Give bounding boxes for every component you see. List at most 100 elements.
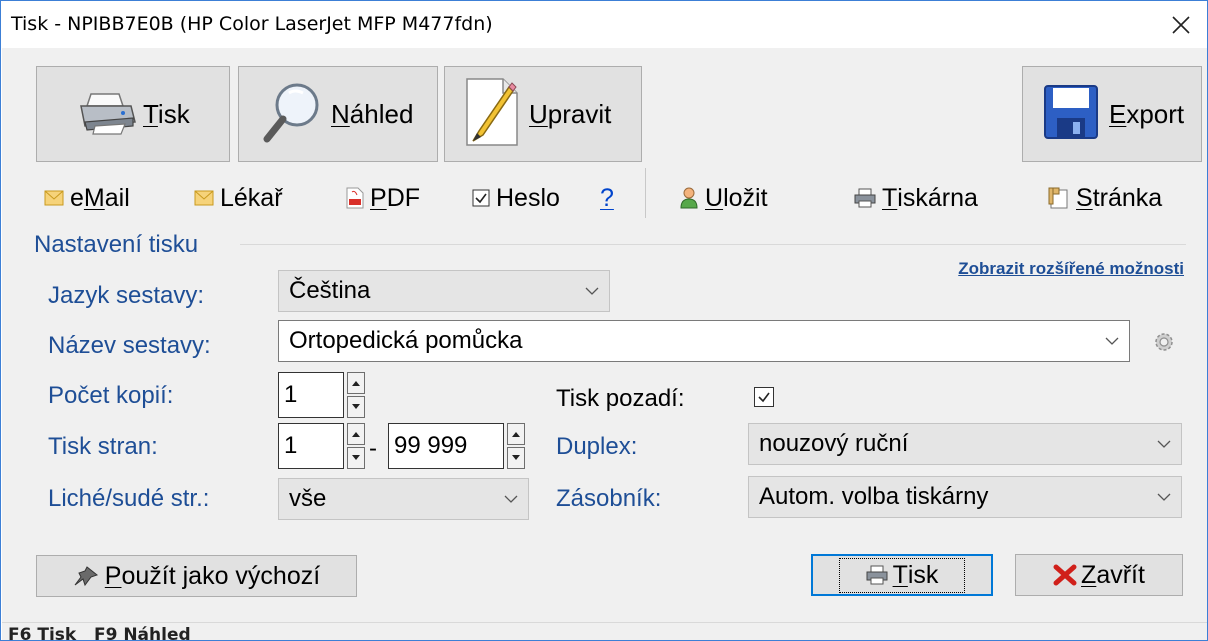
spin-up-button[interactable]	[347, 372, 365, 394]
close-button[interactable]: Zavřít	[1015, 554, 1183, 596]
spin-up-button[interactable]	[347, 423, 365, 445]
copies-label: Počet kopií:	[48, 382, 174, 409]
export-button-mnemonic: E	[1109, 98, 1127, 129]
email-label-a: e	[70, 183, 84, 212]
doctor-label: Lékař	[220, 183, 283, 212]
default-button-mnemonic: P	[104, 561, 122, 590]
printer-toolbar-item[interactable]: Tiskárna	[854, 180, 978, 216]
spin-down-button[interactable]	[507, 447, 525, 469]
tray-select[interactable]: Autom. volba tiskárny	[748, 476, 1182, 518]
print-button-label: isk	[907, 560, 939, 589]
print-button-mnemonic: T	[892, 560, 908, 589]
use-as-default-button[interactable]: Použít jako výchozí	[36, 555, 357, 597]
report-name-label: Název sestavy:	[48, 332, 211, 359]
odd-even-value: vše	[289, 485, 327, 512]
copies-input[interactable]: 1	[278, 372, 344, 418]
preview-big-button[interactable]: Náhled	[238, 66, 438, 162]
help-link[interactable]: ?	[600, 180, 614, 216]
chevron-down-icon	[1157, 486, 1171, 507]
duplex-label: Duplex:	[556, 433, 638, 460]
pdf-file-icon	[346, 187, 364, 209]
save-label-mnemonic: U	[705, 183, 724, 212]
chevron-down-icon	[504, 488, 518, 509]
spin-down-button[interactable]	[347, 396, 365, 418]
small-printer-icon	[854, 188, 876, 208]
odd-even-label: Liché/sudé str.:	[48, 485, 210, 512]
advanced-options-link[interactable]: Zobrazit rozšířené možnosti	[958, 259, 1184, 279]
pdf-toolbar-item[interactable]: P DF	[346, 180, 420, 216]
status-shortcuts-text: F6 Tisk F9 Náhled	[8, 625, 191, 641]
print-button-focus-frame: Tisk	[838, 557, 966, 593]
floppy-disk-icon	[1043, 84, 1099, 145]
duplex-select[interactable]: nouzový ruční	[748, 423, 1182, 465]
save-toolbar-item[interactable]: Uložit	[679, 180, 768, 216]
page-toolbar-item[interactable]: Stránka	[1048, 180, 1162, 216]
print-button[interactable]: Tisk	[811, 554, 993, 596]
chevron-down-icon	[1157, 433, 1171, 454]
page-label-mnemonic: S	[1076, 183, 1093, 212]
print-button-mnemonic: T	[143, 98, 158, 129]
password-toolbar-item[interactable]: Heslo	[472, 180, 560, 216]
group-divider	[240, 244, 1186, 245]
print-button-label: isk	[157, 98, 190, 129]
preview-button-mnemonic: N	[331, 98, 350, 129]
export-button-label: xport	[1126, 98, 1185, 129]
copies-value: 1	[284, 381, 298, 408]
pencil-document-icon	[463, 75, 521, 154]
pin-icon	[74, 566, 98, 587]
spin-down-button[interactable]	[347, 447, 365, 469]
language-value: Čeština	[289, 277, 371, 304]
settings-group-title: Nastavení tisku	[34, 231, 199, 258]
email-toolbar-item[interactable]: e Mail	[44, 180, 130, 216]
envelope-icon	[44, 190, 64, 206]
pages-to-spinner[interactable]	[507, 423, 525, 469]
pages-label: Tisk stran:	[48, 433, 158, 460]
small-printer-icon	[866, 565, 888, 585]
checkbox-checked-icon	[472, 189, 490, 207]
pdf-label-b: DF	[386, 183, 421, 212]
pages-from-input[interactable]: 1	[278, 423, 344, 469]
gear-icon	[1155, 333, 1173, 351]
close-window-button[interactable]	[1155, 1, 1207, 48]
email-label-mnemonic: M	[83, 183, 105, 212]
copies-spinner[interactable]	[347, 372, 365, 418]
pages-range-dash: -	[369, 435, 377, 462]
chevron-down-icon	[1105, 330, 1119, 351]
language-select[interactable]: Čeština	[278, 270, 610, 312]
printer-label-mnemonic: T	[882, 183, 898, 212]
pages-to-value: 99 999	[394, 432, 468, 459]
page-label-b: tránka	[1092, 183, 1163, 212]
pdf-label-mnemonic: P	[370, 183, 387, 212]
caret-down-icon	[512, 455, 520, 460]
background-print-checkbox[interactable]	[754, 387, 774, 407]
edit-button-label: pravit	[547, 98, 612, 129]
printer-icon	[77, 88, 137, 141]
export-big-button[interactable]: Export	[1022, 66, 1202, 162]
pages-from-spinner[interactable]	[347, 423, 365, 469]
report-name-select[interactable]: Ortopedická pomůcka	[278, 320, 1130, 362]
print-dialog-window: Tisk - NPIBB7E0B (HP Color LaserJet MFP …	[0, 0, 1208, 641]
background-print-label: Tisk pozadí:	[556, 385, 685, 412]
print-big-button[interactable]: Tisk	[36, 66, 230, 162]
report-settings-gear-button[interactable]	[1152, 330, 1176, 359]
toolbar-separator	[645, 168, 646, 218]
envelope-icon	[194, 190, 214, 206]
password-label: Heslo	[496, 183, 560, 212]
edit-big-button[interactable]: Upravit	[444, 66, 642, 162]
edit-button-mnemonic: U	[529, 98, 548, 129]
odd-even-select[interactable]: vše	[278, 478, 529, 520]
magnifier-icon	[261, 79, 323, 150]
preview-button-label: áhled	[349, 98, 414, 129]
chevron-down-icon	[585, 280, 599, 301]
caret-up-icon	[352, 432, 360, 437]
spin-up-button[interactable]	[507, 423, 525, 445]
close-icon	[1172, 15, 1190, 34]
pages-to-input[interactable]: 99 999	[388, 423, 504, 469]
printer-label-b: iskárna	[897, 183, 978, 212]
user-icon	[679, 187, 699, 209]
doctor-toolbar-item[interactable]: Lékař	[194, 180, 283, 216]
red-x-icon	[1053, 564, 1077, 586]
checkmark-icon	[758, 392, 770, 403]
help-label: ?	[600, 183, 614, 212]
duplex-value: nouzový ruční	[759, 430, 909, 457]
